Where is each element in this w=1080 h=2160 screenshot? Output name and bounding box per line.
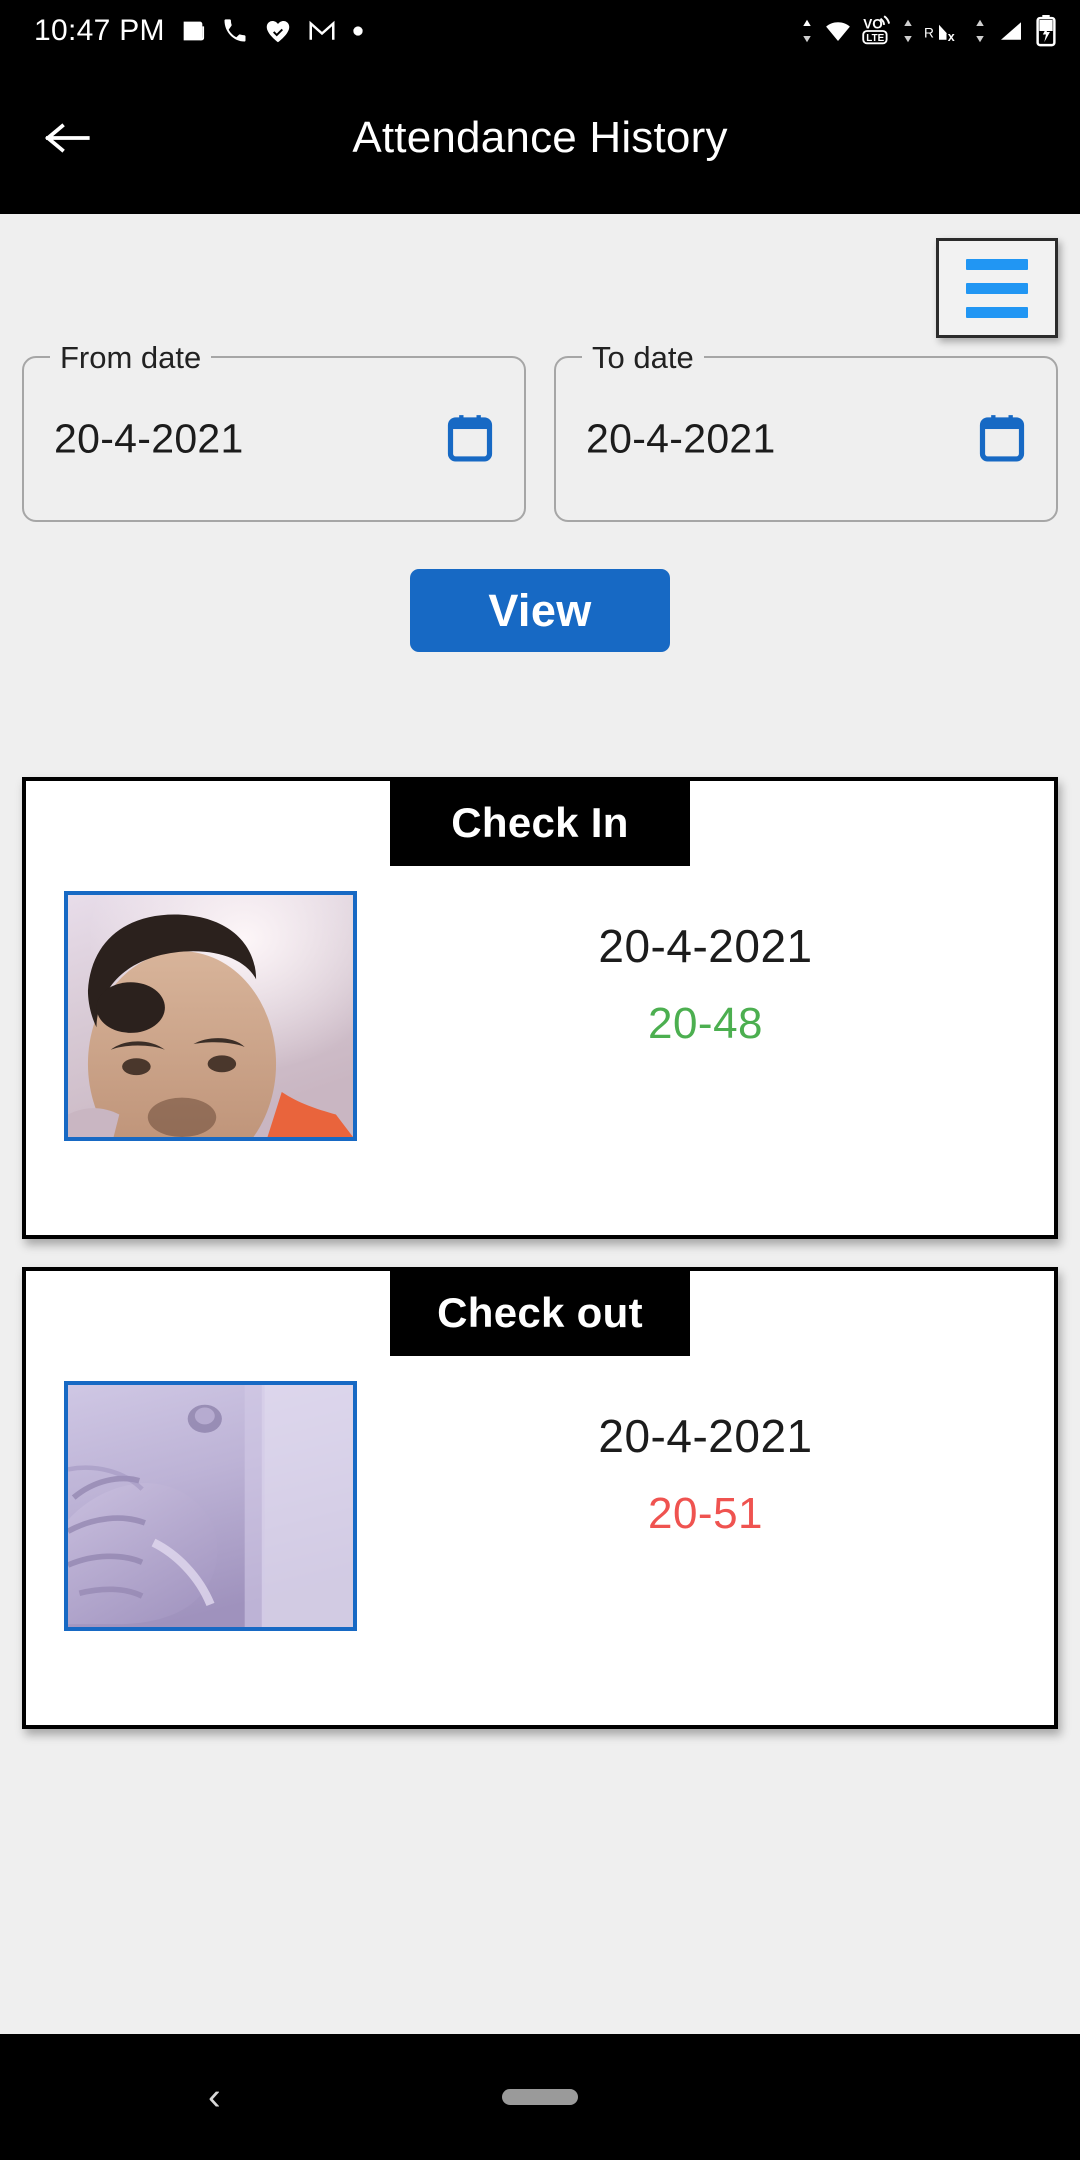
calendar-icon[interactable] (444, 413, 496, 465)
record-time: 20-48 (647, 999, 764, 1048)
gmail-icon (307, 16, 337, 46)
roaming-signal-off-icon: R x (921, 16, 967, 46)
from-date-label: From date (50, 339, 212, 377)
record-date: 20-4-2021 (598, 920, 813, 972)
battery-charging-icon (1034, 15, 1058, 47)
status-bar: 10:47 PM VO LTE R x (0, 0, 1080, 62)
svg-text:R: R (924, 25, 934, 40)
attendance-record-card: Check In 20-4-2021 20-48 (22, 777, 1058, 1239)
news-icon (179, 17, 207, 45)
status-bar-clock: 10:47 PM (34, 14, 165, 47)
phone-screen: 10:47 PM VO LTE R x Attendance History F… (0, 0, 1080, 2160)
app-bar: Attendance History (0, 62, 1080, 214)
view-button[interactable]: View (410, 569, 670, 652)
record-meta: 20-4-2021 20-48 (357, 891, 1054, 1049)
volte-icon: VO LTE (861, 15, 895, 47)
to-date-label: To date (582, 339, 704, 377)
svg-text:LTE: LTE (866, 33, 884, 44)
status-bar-left: 10:47 PM (34, 14, 365, 48)
heart-health-icon (263, 16, 293, 46)
home-pill-icon[interactable] (502, 2089, 578, 2105)
record-type-badge: Check In (390, 780, 690, 866)
phone-icon (221, 17, 249, 45)
wifi-icon (820, 16, 856, 46)
hamburger-menu-icon (966, 282, 1028, 294)
attendance-record-card: Check out 20-4-2021 20-51 (22, 1267, 1058, 1729)
dot-icon (351, 24, 365, 38)
record-time: 20-51 (647, 1489, 764, 1538)
record-body: 20-4-2021 20-51 (26, 1381, 1054, 1631)
calendar-icon[interactable] (976, 413, 1028, 465)
from-date-field[interactable]: From date 20-4-2021 (22, 339, 526, 522)
data-transfer-icon (900, 16, 916, 46)
nav-back-icon[interactable]: ‹ (208, 2078, 221, 2116)
from-date-value: 20-4-2021 (54, 415, 244, 462)
record-meta: 20-4-2021 20-51 (357, 1381, 1054, 1539)
record-date: 20-4-2021 (598, 1410, 813, 1462)
records-list: Check In 20-4-2021 20-48 Check out 20-4-… (0, 777, 1080, 1757)
svg-text:VO: VO (863, 17, 883, 32)
selfie-photo (64, 891, 357, 1141)
hand-photo (64, 1381, 357, 1631)
hamburger-menu-button[interactable] (936, 238, 1058, 338)
to-date-value: 20-4-2021 (586, 415, 776, 462)
hamburger-menu-icon (966, 258, 1028, 270)
record-body: 20-4-2021 20-48 (26, 891, 1054, 1141)
to-date-field[interactable]: To date 20-4-2021 (554, 339, 1058, 522)
system-navigation-bar: ‹ (0, 2034, 1080, 2160)
record-type-badge: Check out (390, 1270, 690, 1356)
status-bar-right: VO LTE R x (799, 15, 1058, 47)
data-transfer-icon (799, 16, 815, 46)
signal-icon (993, 16, 1029, 46)
hamburger-menu-icon (966, 306, 1028, 318)
date-filter-row: From date 20-4-2021 To date 20-4-2021 (22, 339, 1058, 522)
page-title: Attendance History (352, 113, 728, 162)
data-transfer-icon (972, 16, 988, 46)
main-content: From date 20-4-2021 To date 20-4-2021 Vi… (0, 214, 1080, 2034)
svg-text:x: x (948, 30, 955, 44)
